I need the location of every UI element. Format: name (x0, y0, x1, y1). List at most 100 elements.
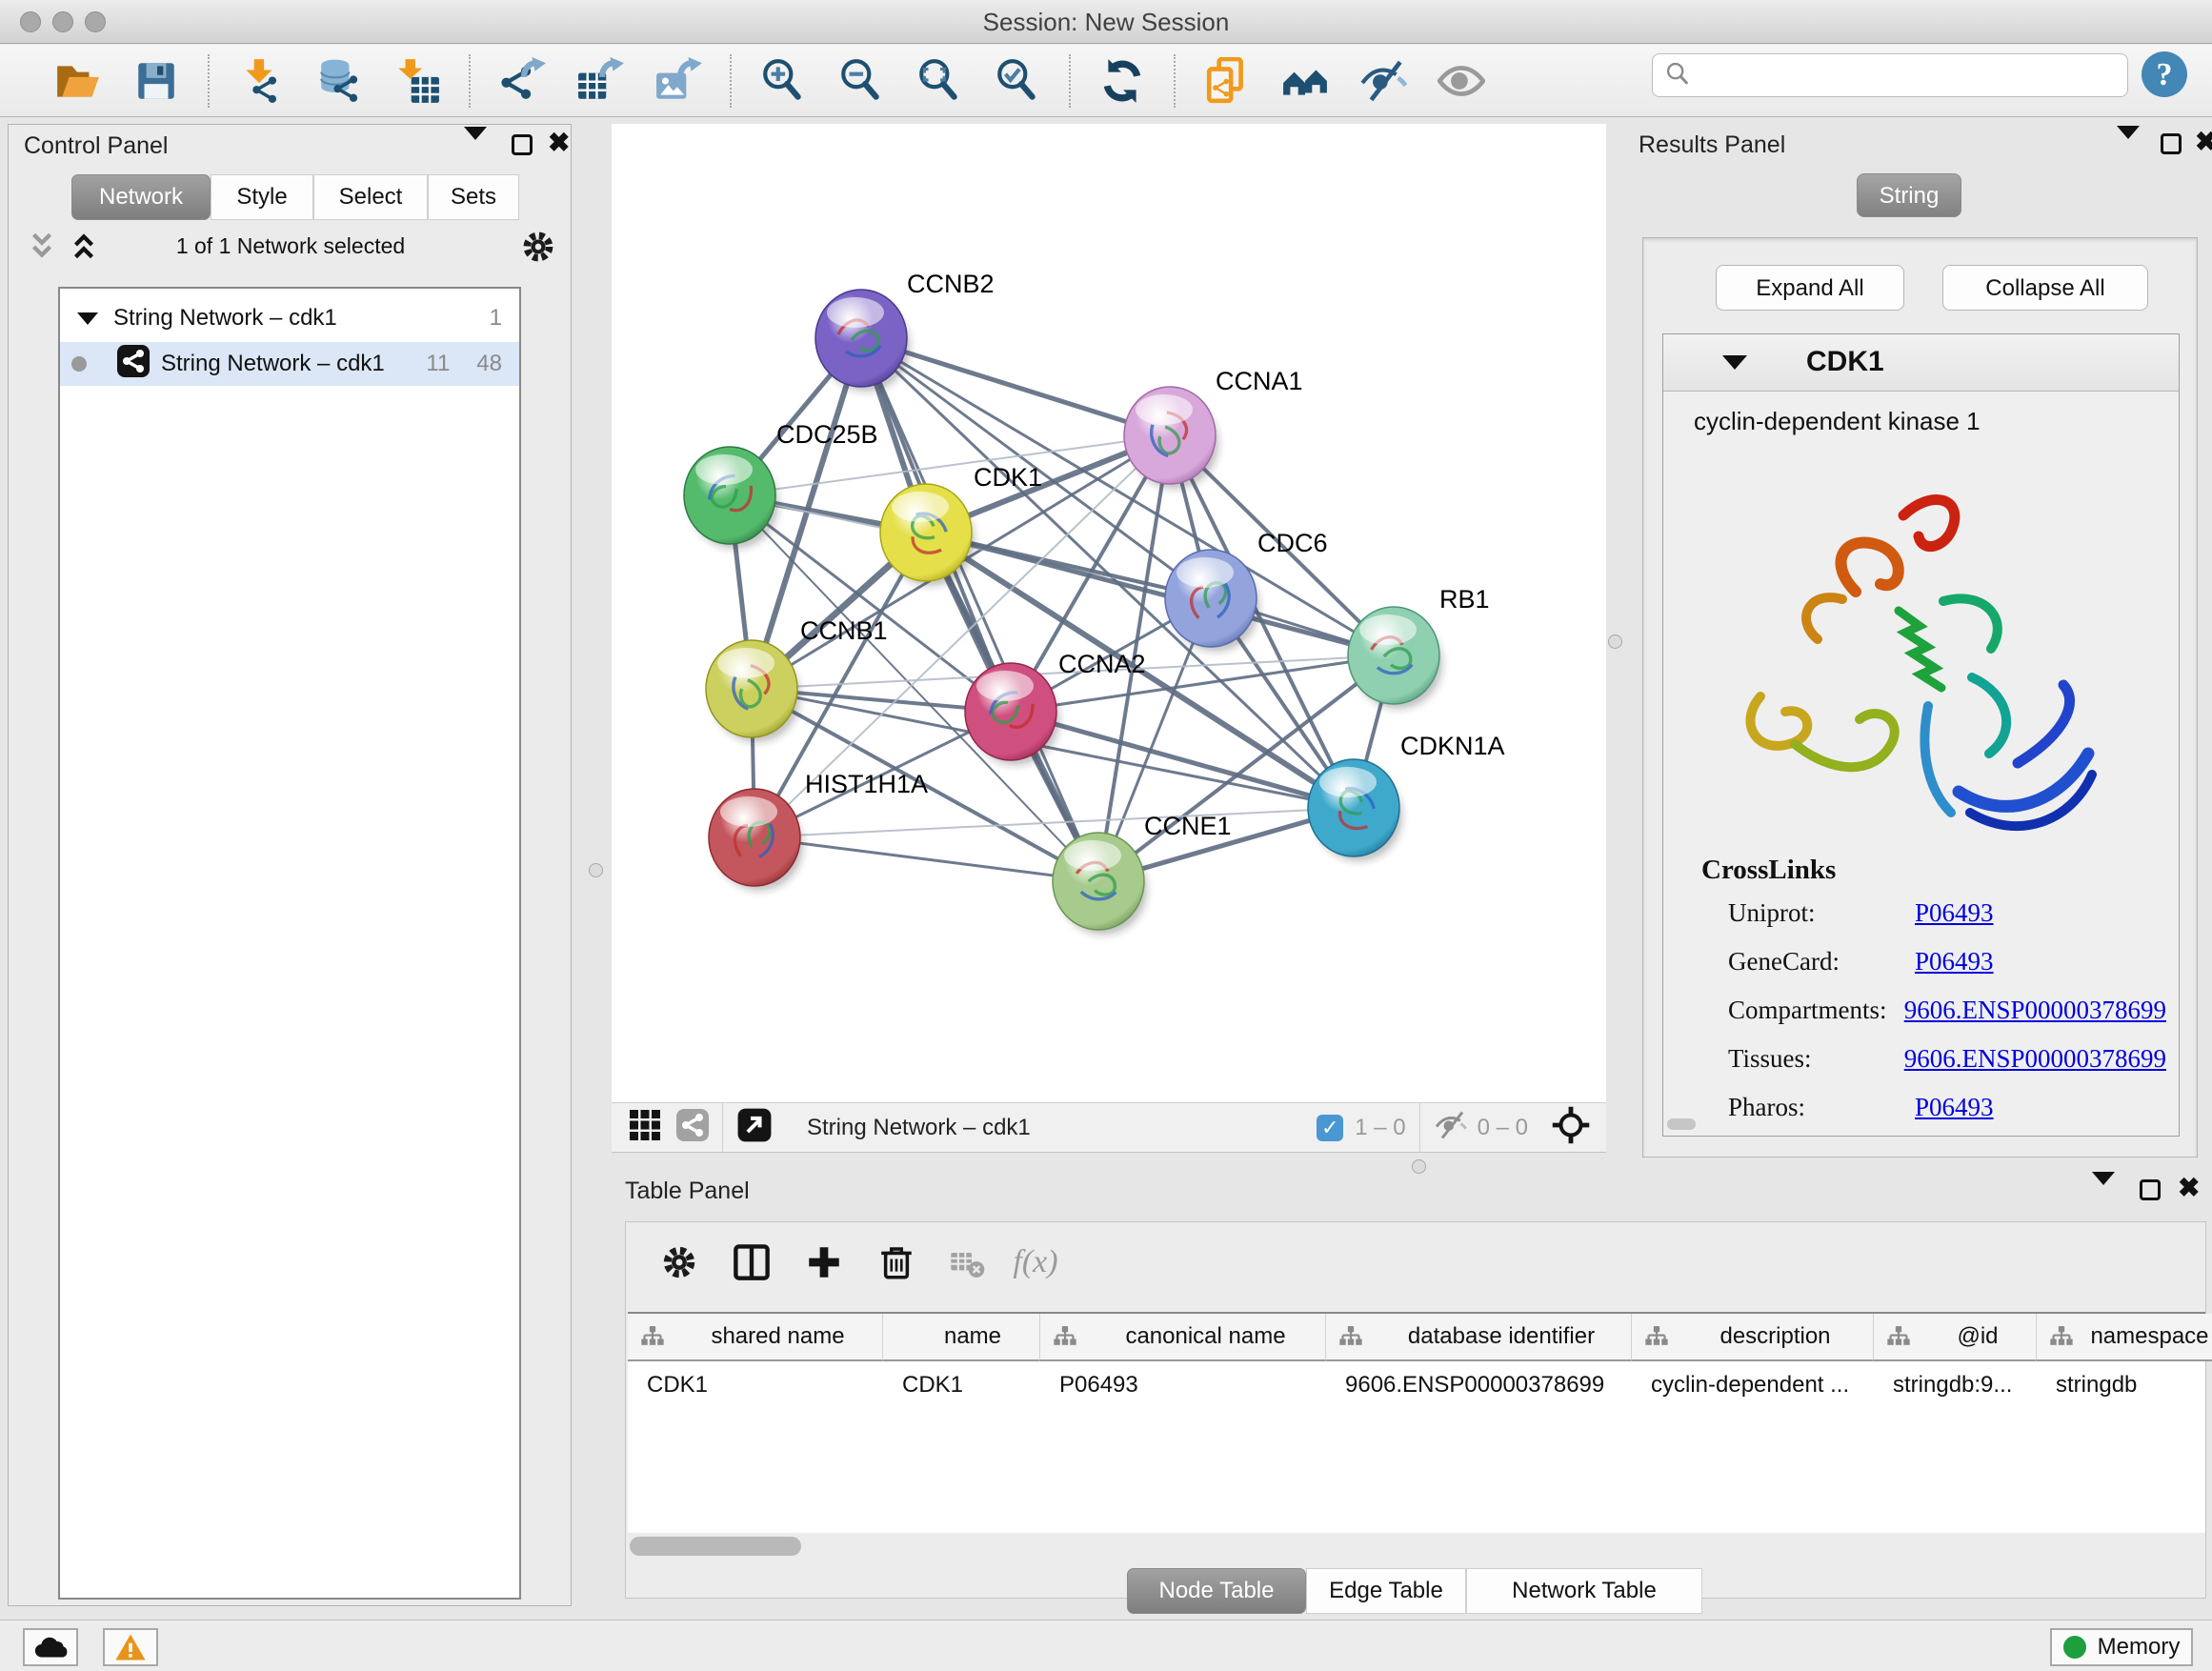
node-label-CDK1: CDK1 (974, 463, 1042, 492)
tab-style[interactable]: Style (211, 174, 313, 220)
column-header--id[interactable]: @id (1874, 1314, 2037, 1361)
export-network-button[interactable] (497, 56, 547, 106)
grid-view-icon[interactable] (629, 1109, 661, 1146)
crosslink-link[interactable]: P06493 (1915, 898, 1994, 928)
tab-string[interactable]: String (1857, 173, 1961, 217)
tab-node-table[interactable]: Node Table (1127, 1568, 1306, 1614)
hide-selected-icon (1359, 57, 1407, 105)
gene-card-collapse-icon[interactable] (1722, 355, 1747, 370)
table-panel-close-icon[interactable]: ✖ (2178, 1178, 2200, 1198)
tab-network[interactable]: Network (71, 174, 211, 220)
results-panel-title: Results Panel (1639, 131, 1785, 159)
edge-HIST1H1A-CCNE1[interactable] (754, 837, 1098, 881)
collapse-all-button[interactable]: Collapse All (1942, 265, 2148, 311)
table-panel-menu-icon[interactable] (2092, 1185, 2115, 1202)
cloud-button[interactable] (23, 1628, 78, 1666)
results-panel-float-icon[interactable] (2161, 133, 2182, 154)
results-panel-close-icon[interactable]: ✖ (2195, 131, 2212, 152)
selected-checkbox-icon[interactable]: ✓ (1317, 1115, 1343, 1141)
crosslink-label: Pharos: (1728, 1093, 1915, 1122)
first-neighbors-icon (1281, 57, 1329, 105)
network-row[interactable]: String Network – cdk1 11 48 (60, 342, 519, 386)
column-header-namespace[interactable]: namespace (2037, 1314, 2212, 1361)
show-all-button[interactable] (1437, 56, 1486, 106)
results-panel-menu-icon[interactable] (2117, 139, 2140, 156)
column-header-description[interactable]: description (1632, 1314, 1874, 1361)
crosslink-link[interactable]: 9606.ENSP00000378699 (1904, 996, 2166, 1025)
control-panel-menu-icon[interactable] (464, 140, 487, 157)
zoom-fit-button[interactable] (915, 56, 964, 106)
center-view-crosshair-icon[interactable] (1551, 1105, 1591, 1150)
zoom-selected-button[interactable] (993, 56, 1042, 106)
node-CCNA1[interactable] (1124, 387, 1218, 489)
birdseye-view-icon[interactable] (736, 1107, 773, 1148)
node-CDC6[interactable] (1165, 550, 1259, 652)
save-session-button[interactable] (131, 56, 181, 106)
network-collection-row[interactable]: String Network – cdk1 1 (60, 296, 519, 340)
first-neighbors-button[interactable] (1280, 56, 1330, 106)
crosslink-link[interactable]: P06493 (1915, 1093, 1994, 1122)
delete-table-icon[interactable] (940, 1236, 994, 1289)
warnings-button[interactable] (103, 1628, 158, 1666)
import-network-database-button[interactable] (314, 56, 364, 106)
import-table-file-button[interactable] (392, 56, 442, 106)
tab-network-table[interactable]: Network Table (1466, 1568, 1702, 1614)
node-RB1[interactable] (1348, 607, 1442, 709)
table-cell[interactable]: stringdb:9... (1874, 1361, 2037, 1409)
network-edge-count: 48 (476, 351, 502, 377)
show-columns-icon[interactable] (725, 1236, 778, 1289)
node-CDKN1A[interactable] (1308, 759, 1402, 861)
control-panel-float-icon[interactable] (512, 134, 533, 155)
node-CDK1[interactable] (880, 484, 975, 586)
import-network-file-button[interactable] (236, 56, 286, 106)
delete-column-trash-icon[interactable] (870, 1236, 923, 1289)
network-canvas[interactable]: CCNB2CCNA1CDC25BCDK1CDC6RB1CCNB1CCNA2CDK… (612, 124, 1606, 1102)
title-bar: Session: New Session (0, 0, 2212, 44)
table-cell[interactable]: 9606.ENSP00000378699 (1326, 1361, 1632, 1409)
network-share-grey-icon[interactable] (676, 1109, 709, 1146)
node-CCNE1[interactable] (1053, 833, 1147, 935)
table-cell[interactable]: cyclin-dependent ... (1632, 1361, 1874, 1409)
memory-button[interactable]: Memory (2050, 1628, 2193, 1666)
right-splitter-handle[interactable] (1608, 634, 1622, 649)
table-cell[interactable]: P06493 (1040, 1361, 1326, 1409)
expand-all-button[interactable]: Expand All (1716, 265, 1904, 311)
table-cell[interactable]: CDK1 (883, 1361, 1040, 1409)
zoom-in-button[interactable] (758, 56, 808, 106)
table-panel-float-icon[interactable] (2140, 1179, 2161, 1200)
add-column-icon[interactable] (797, 1236, 851, 1289)
column-header-database-identifier[interactable]: database identifier (1326, 1314, 1632, 1361)
tab-edge-table[interactable]: Edge Table (1306, 1568, 1466, 1614)
gene-card-header[interactable]: CDK1 (1663, 334, 2179, 392)
edge-CCNB2-CCNE1[interactable] (861, 338, 1098, 881)
zoom-out-button[interactable] (836, 56, 886, 106)
column-header-shared-name[interactable]: shared name (628, 1314, 883, 1361)
function-builder-icon[interactable]: f(x) (1009, 1236, 1062, 1289)
export-image-button[interactable] (654, 56, 703, 106)
search-box[interactable] (1652, 53, 2128, 97)
tab-sets[interactable]: Sets (428, 174, 519, 220)
left-splitter-handle[interactable] (589, 863, 603, 877)
search-input[interactable] (1691, 61, 2127, 90)
table-cell[interactable]: stringdb (2037, 1361, 2212, 1409)
column-header-name[interactable]: name (883, 1314, 1040, 1361)
hide-selected-button[interactable] (1358, 56, 1408, 106)
crosslink-link[interactable]: P06493 (1915, 947, 1994, 976)
table-settings-gear-icon[interactable] (653, 1236, 706, 1289)
crosslink-link[interactable]: 9606.ENSP00000378699 (1904, 1044, 2166, 1074)
clone-network-button[interactable] (1202, 56, 1252, 106)
export-table-button[interactable] (575, 56, 625, 106)
network-options-gear-icon[interactable] (519, 228, 557, 271)
node-CDC25B[interactable] (684, 447, 778, 549)
table-cell[interactable]: CDK1 (628, 1361, 883, 1409)
node-CCNA2[interactable] (965, 663, 1059, 765)
table-hscrollbar[interactable] (630, 1537, 801, 1556)
tab-select[interactable]: Select (313, 174, 428, 220)
refresh-layout-button[interactable] (1097, 56, 1147, 106)
column-header-canonical-name[interactable]: canonical name (1040, 1314, 1326, 1361)
open-session-button[interactable] (53, 56, 103, 106)
collection-expand-icon[interactable] (77, 312, 98, 325)
card-mini-scrollbar[interactable] (1667, 1118, 1696, 1130)
control-panel-close-icon[interactable]: ✖ (548, 132, 570, 153)
help-button[interactable]: ? (2142, 51, 2187, 97)
